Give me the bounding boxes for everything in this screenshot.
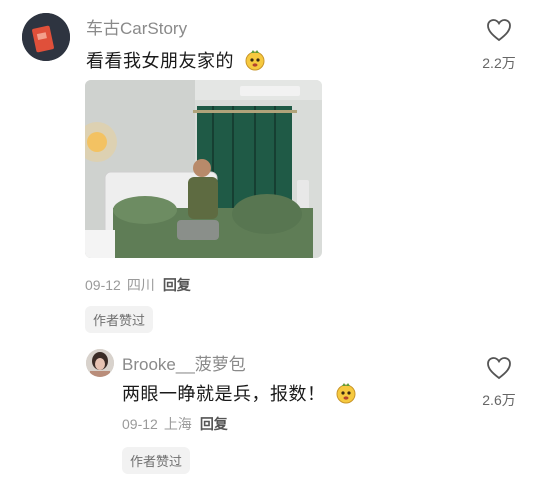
avatar[interactable] [22,13,70,61]
reply-date: 09-12 [122,416,158,432]
reply-username[interactable]: Brooke__菠萝包 [122,350,246,375]
comment-meta: 09-12 四川 回复 [85,275,191,295]
username[interactable]: 车古CarStory [86,14,187,39]
reply-reply-button[interactable]: 回复 [200,416,228,432]
heart-icon[interactable] [486,356,512,380]
reply-location: 上海 [163,416,192,432]
heart-icon[interactable] [486,18,512,42]
comment-photo[interactable] [85,80,322,258]
reply-like-button[interactable] [469,356,529,385]
comment-text-label: 看看我女朋友家的 [86,51,234,71]
reply-text-label: 两眼一睁就是兵，报数！ [122,384,326,404]
avatar-image [22,13,70,61]
sticker-face-icon [244,49,266,76]
reply-meta: 09-12 上海 回复 [122,414,228,434]
bedroom-photo [85,80,322,258]
comment-date: 09-12 [85,277,121,293]
author-liked-badge: 作者赞过 [85,306,154,333]
comment-text: 看看我女朋友家的 [86,47,266,76]
like-count: 2.2万 [482,55,516,71]
reply-button[interactable]: 回复 [163,277,191,293]
like-button[interactable] [469,18,529,47]
reply-author-liked-badge: 作者赞过 [122,447,191,474]
reply-avatar-image [86,349,114,377]
reply-like-count: 2.6万 [482,392,516,408]
reply-text: 两眼一睁就是兵，报数！ [122,380,357,409]
reply-avatar[interactable] [86,349,114,377]
comment-location: 四川 [126,277,155,293]
sticker-face-icon [335,382,357,409]
